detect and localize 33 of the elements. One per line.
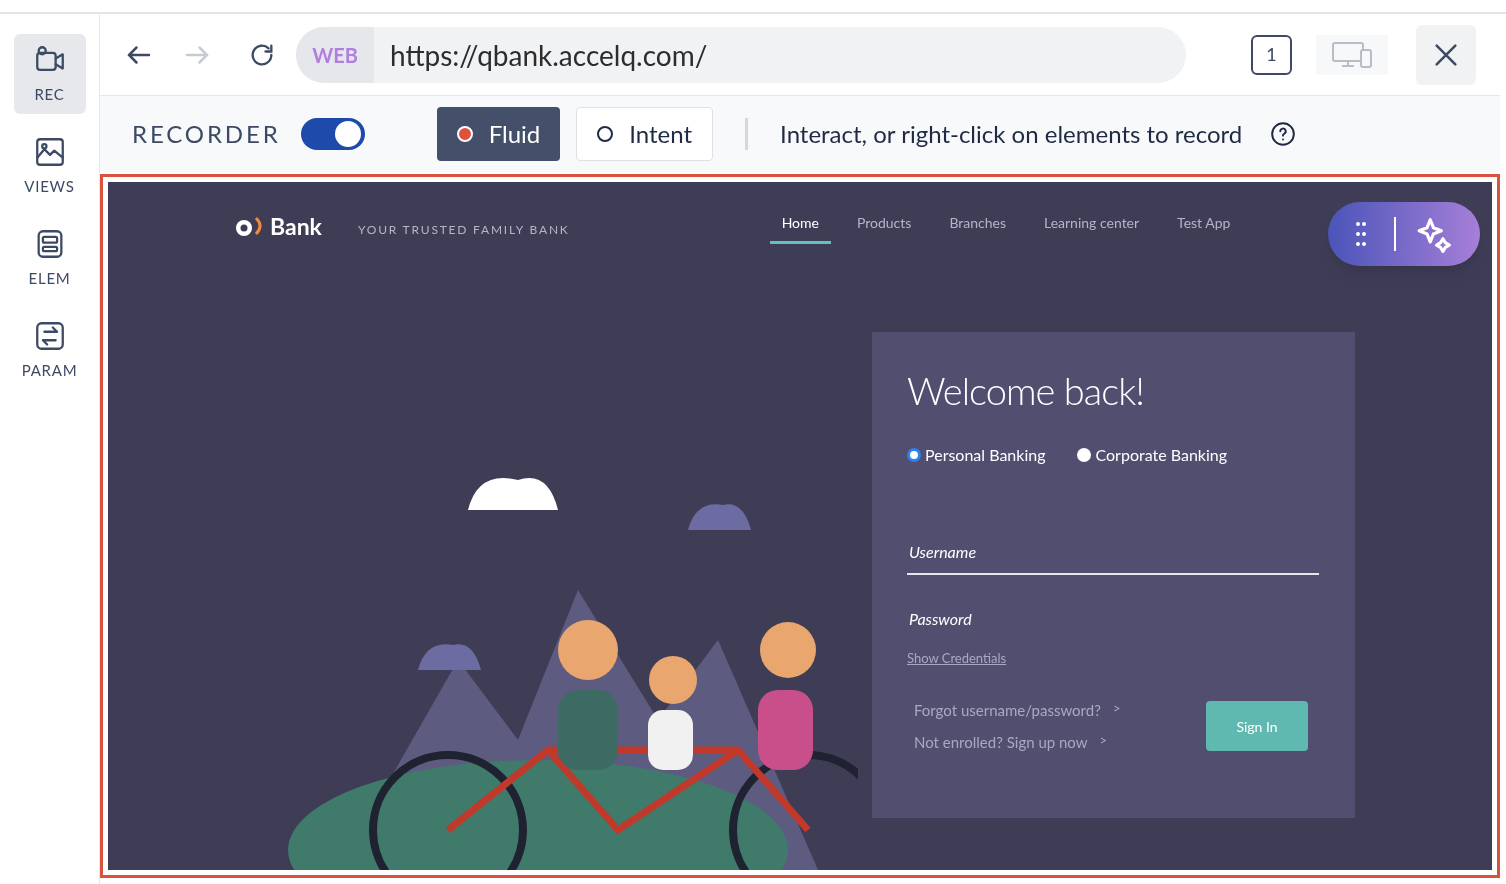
sidebar-tab[interactable]: VIEWS [13, 126, 86, 206]
username-field[interactable]: Username [907, 529, 1319, 575]
url-text: https://qbank.accelq.com/ [389, 36, 708, 74]
site-nav-link[interactable]: Products [844, 208, 924, 244]
sparkle-icon[interactable] [1416, 215, 1454, 253]
chevron-text: > [1099, 731, 1108, 750]
password-field[interactable]: Password [907, 595, 1319, 641]
bank-tagline: YOUR TRUSTED FAMILY BANK [357, 221, 570, 239]
welcome-heading: Welcome back! [907, 366, 1146, 415]
site-nav-link[interactable]: Learning center [1032, 208, 1152, 244]
mode-button[interactable]: Intent [576, 107, 714, 161]
address-bar[interactable]: WEB https://qbank.accelq.com/ [296, 26, 1186, 83]
sidebar-tab[interactable]: REC [13, 34, 86, 114]
recorder-label: RECORDER [132, 118, 281, 150]
site-nav-link[interactable]: Home [769, 208, 831, 244]
sidebar-tab[interactable]: ELEM [13, 218, 86, 298]
recorder-toggle[interactable] [300, 118, 365, 150]
mode-button[interactable]: Fluid [436, 107, 561, 161]
site-nav-link[interactable]: Branches [937, 208, 1018, 244]
sidebar-tab[interactable]: PARAM [13, 310, 86, 390]
close-button[interactable] [1416, 24, 1476, 85]
device-toggle-button[interactable] [1316, 34, 1388, 75]
drag-handle-icon[interactable] [1356, 221, 1366, 247]
help-icon[interactable] [1270, 121, 1297, 147]
bank-brand: Bank [270, 210, 322, 242]
chevron-text: > [1112, 698, 1121, 718]
site-nav-link[interactable]: Test App [1165, 208, 1243, 244]
recorder-hint: Interact, or right-click on elements to record [780, 118, 1243, 150]
mode-badge: WEB [296, 26, 374, 83]
account-type-radio[interactable]: Personal Banking [907, 443, 1046, 467]
account-type-radio[interactable]: Corporate Banking [1077, 443, 1228, 467]
monitor-phone-icon [1331, 39, 1373, 70]
tab-count[interactable]: 1 [1251, 34, 1292, 75]
